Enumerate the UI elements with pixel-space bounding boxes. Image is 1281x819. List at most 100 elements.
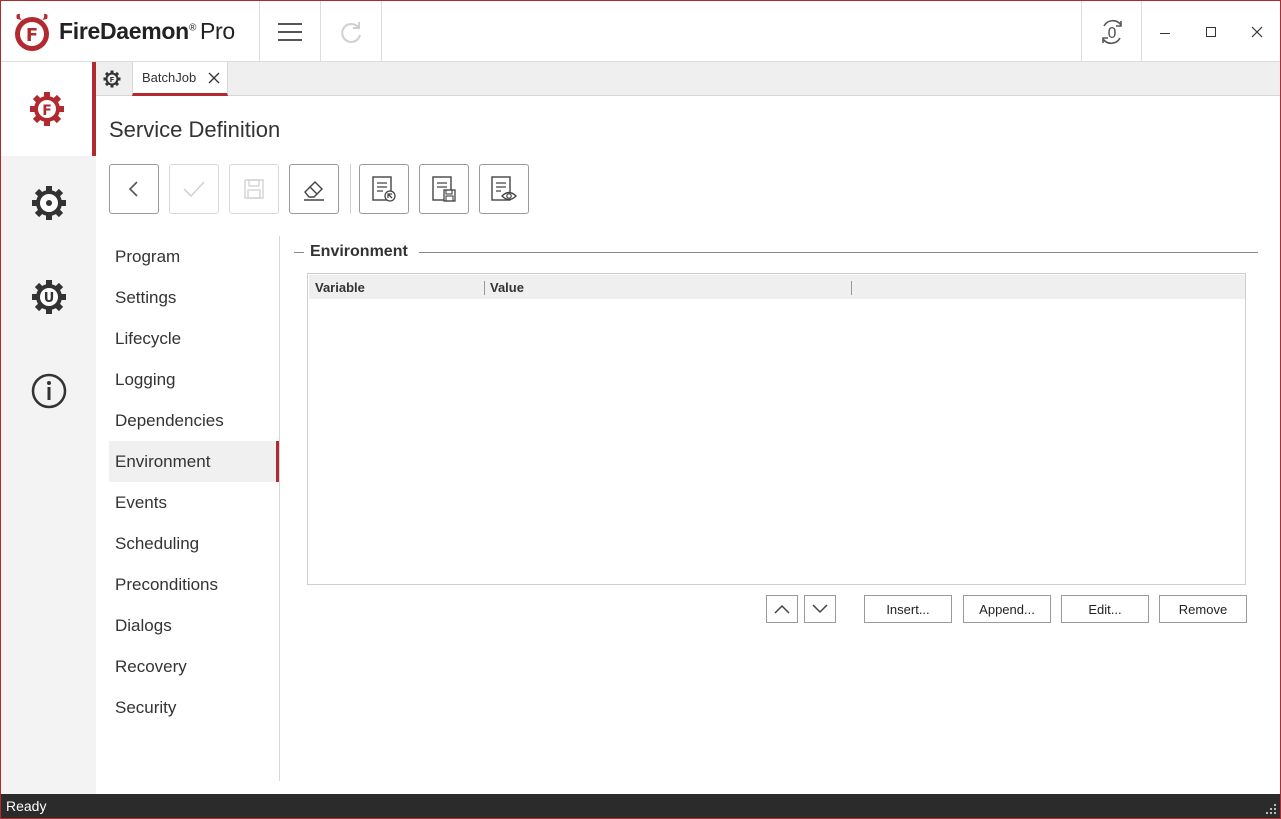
nav-item-dependencies[interactable]: Dependencies xyxy=(109,400,279,441)
group-rule xyxy=(419,252,1258,253)
nav-item-events[interactable]: Events xyxy=(109,482,279,523)
nav-item-program[interactable]: Program xyxy=(109,236,279,277)
nav-item-preconditions[interactable]: Preconditions xyxy=(109,564,279,605)
chevron-down-icon xyxy=(812,604,828,614)
svg-text:0: 0 xyxy=(1107,24,1117,42)
nav-item-label: Dialogs xyxy=(115,615,172,635)
svg-text:F: F xyxy=(110,76,115,84)
resize-grip-icon[interactable] xyxy=(1265,803,1277,815)
app-edition: Pro xyxy=(200,18,235,44)
group-rule xyxy=(294,252,304,253)
check-icon xyxy=(183,181,205,198)
column-header-label: Value xyxy=(490,279,524,295)
menu-button[interactable] xyxy=(260,1,321,62)
session-zero-button[interactable]: 0 xyxy=(1081,1,1142,62)
info-icon xyxy=(31,373,66,409)
chevron-left-icon xyxy=(128,181,138,197)
save-button[interactable] xyxy=(229,164,279,214)
toolbar-separator xyxy=(350,164,351,214)
hamburger-icon xyxy=(278,22,302,41)
brand: F FireDaemon® Pro xyxy=(1,1,260,62)
move-up-button[interactable] xyxy=(766,595,798,623)
rail-item-services[interactable]: F xyxy=(1,62,96,156)
update-gear-icon: U xyxy=(31,280,66,314)
append-button[interactable]: Append... xyxy=(963,595,1051,623)
nav-item-label: Security xyxy=(115,697,177,717)
clear-button[interactable] xyxy=(289,164,339,214)
chevron-up-icon xyxy=(774,604,790,614)
nav-item-label: Environment xyxy=(115,451,211,471)
svg-text:F: F xyxy=(26,25,38,46)
nav-divider xyxy=(279,236,280,781)
nav-item-label: Program xyxy=(115,246,181,266)
title-bar: F FireDaemon® Pro 0 xyxy=(1,1,1280,62)
list-header: Variable Value xyxy=(309,275,1245,299)
app-window: F FireDaemon® Pro 0 F U F BatchJob Servi… xyxy=(0,0,1281,819)
import-button[interactable] xyxy=(359,164,409,214)
maximize-icon xyxy=(1206,26,1216,37)
remove-button[interactable]: Remove xyxy=(1159,595,1247,623)
nav-item-lifecycle[interactable]: Lifecycle xyxy=(109,318,279,359)
nav-item-settings[interactable]: Settings xyxy=(109,277,279,318)
left-rail: F U xyxy=(1,62,96,794)
firedaemon-gear-icon: F xyxy=(29,92,64,126)
rail-item-updates[interactable]: U xyxy=(1,250,96,344)
nav-item-logging[interactable]: Logging xyxy=(109,359,279,400)
rail-item-settings[interactable] xyxy=(1,156,96,250)
registered-mark: ® xyxy=(188,22,197,34)
rail-item-about[interactable] xyxy=(1,344,96,438)
back-button[interactable] xyxy=(109,164,159,214)
status-text: Ready xyxy=(6,798,47,814)
svg-text:F: F xyxy=(42,103,52,119)
svg-text:U: U xyxy=(43,291,54,306)
eraser-icon xyxy=(304,181,324,201)
environment-variables-list[interactable]: Variable Value xyxy=(307,273,1246,585)
close-window-button[interactable] xyxy=(1234,1,1280,62)
floppy-icon xyxy=(244,179,264,199)
column-header-value[interactable]: Value xyxy=(490,275,524,299)
nav-item-label: Dependencies xyxy=(115,410,224,430)
document-save-icon xyxy=(432,176,456,202)
app-name: FireDaemon xyxy=(59,18,189,44)
insert-button[interactable]: Insert... xyxy=(864,595,952,623)
nav-item-dialogs[interactable]: Dialogs xyxy=(109,605,279,646)
nav-item-label: Lifecycle xyxy=(115,328,182,348)
nav-item-label: Logging xyxy=(115,369,176,389)
tab-label: BatchJob xyxy=(142,70,197,85)
nav-item-security[interactable]: Security xyxy=(109,687,279,728)
refresh-button[interactable] xyxy=(321,1,382,62)
close-icon[interactable] xyxy=(207,71,221,85)
firedaemon-logo-icon: F xyxy=(15,13,49,51)
move-down-button[interactable] xyxy=(804,595,836,623)
maximize-button[interactable] xyxy=(1188,1,1234,62)
tab-batchjob[interactable]: BatchJob xyxy=(132,62,228,96)
page-title: Service Definition xyxy=(109,117,281,142)
minimize-button[interactable] xyxy=(1142,1,1188,62)
nav-item-label: Scheduling xyxy=(115,533,200,553)
nav-item-recovery[interactable]: Recovery xyxy=(109,646,279,687)
close-icon xyxy=(1251,26,1263,37)
nav-item-label: Recovery xyxy=(115,656,187,676)
nav-item-label: Preconditions xyxy=(115,574,219,594)
minimize-icon xyxy=(1160,32,1170,34)
column-header-label: Variable xyxy=(315,279,365,295)
export-button[interactable] xyxy=(419,164,469,214)
apply-button[interactable] xyxy=(169,164,219,214)
status-bar: Ready xyxy=(1,794,1280,818)
column-divider[interactable] xyxy=(851,281,852,295)
session-zero-icon: 0 xyxy=(1101,19,1122,44)
nav-item-environment[interactable]: Environment xyxy=(109,441,279,482)
column-divider[interactable] xyxy=(484,281,485,295)
document-import-icon xyxy=(372,176,396,202)
firedaemon-gear-icon: F xyxy=(103,70,121,87)
column-header-variable[interactable]: Variable xyxy=(315,275,365,299)
nav-item-label: Events xyxy=(115,492,167,512)
tab-strip: F BatchJob xyxy=(96,62,1280,96)
gear-icon xyxy=(31,186,66,220)
edit-button[interactable]: Edit... xyxy=(1061,595,1149,623)
nav-item-scheduling[interactable]: Scheduling xyxy=(109,523,279,564)
view-button[interactable] xyxy=(479,164,529,214)
tab-home[interactable]: F xyxy=(96,62,128,95)
group-title: Environment xyxy=(310,243,408,260)
nav-item-label: Settings xyxy=(115,287,177,307)
